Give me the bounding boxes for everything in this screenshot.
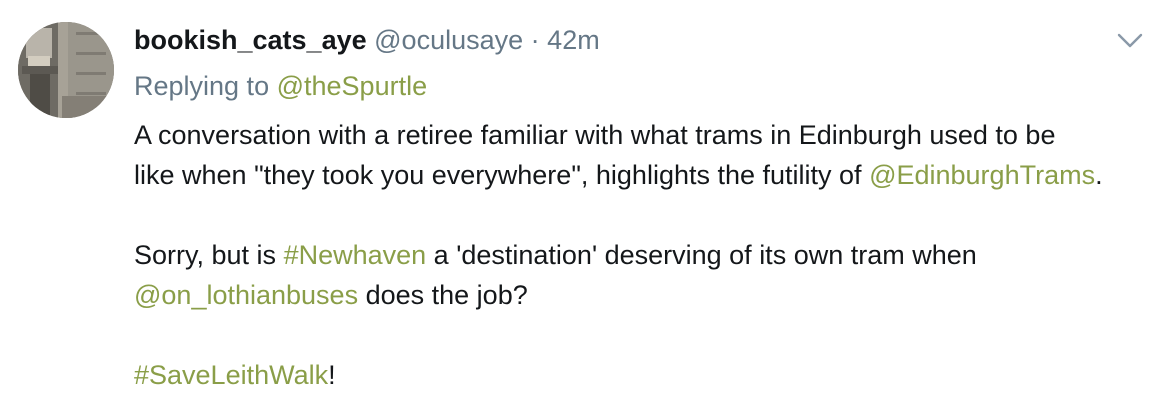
text-line: like when "they took you everywhere", hi… <box>134 155 1154 195</box>
chevron-down-icon[interactable] <box>1116 28 1144 52</box>
mention-edinburghtrams[interactable]: @EdinburghTrams <box>869 160 1095 190</box>
tweet-header: bookish_cats_aye @oculusaye · 42m <box>134 22 600 58</box>
text-line: #SaveLeithWalk! <box>134 355 1154 395</box>
avatar[interactable] <box>18 22 114 118</box>
handle[interactable]: @oculusaye <box>374 25 523 55</box>
text-line: Sorry, but is #Newhaven a 'destination' … <box>134 235 1154 275</box>
text-segment: ! <box>328 360 336 390</box>
hashtag-saveleithwalk[interactable]: #SaveLeithWalk <box>134 360 328 390</box>
replying-mention[interactable]: @theSpurtle <box>277 71 428 101</box>
tweet-text: A conversation with a retiree familiar w… <box>134 115 1154 395</box>
text-segment: like when "they took you everywhere", hi… <box>134 160 862 190</box>
hashtag-newhaven[interactable]: #Newhaven <box>284 240 427 270</box>
tweet: bookish_cats_aye @oculusaye · 42m Replyi… <box>0 0 1168 404</box>
text-segment: . <box>1095 160 1103 190</box>
text-segment: Sorry, but is <box>134 240 277 270</box>
username[interactable]: bookish_cats_aye <box>134 25 367 55</box>
text-line: @on_lothianbuses does the job? <box>134 275 1154 315</box>
replying-to: Replying to @theSpurtle <box>134 68 427 104</box>
text-segment: does the job? <box>365 280 528 310</box>
paragraph-3: #SaveLeithWalk! <box>134 355 1154 395</box>
timestamp[interactable]: 42m <box>547 25 600 55</box>
avatar-image <box>18 22 114 118</box>
paragraph-2: Sorry, but is #Newhaven a 'destination' … <box>134 235 1154 315</box>
replying-prefix: Replying to <box>134 71 270 101</box>
text-line: A conversation with a retiree familiar w… <box>134 120 1056 150</box>
mention-on-lothianbuses[interactable]: @on_lothianbuses <box>134 280 358 310</box>
separator-dot: · <box>530 25 540 55</box>
text-segment: a 'destination' deserving of its own tra… <box>433 240 977 270</box>
paragraph-1: A conversation with a retiree familiar w… <box>134 115 1154 195</box>
